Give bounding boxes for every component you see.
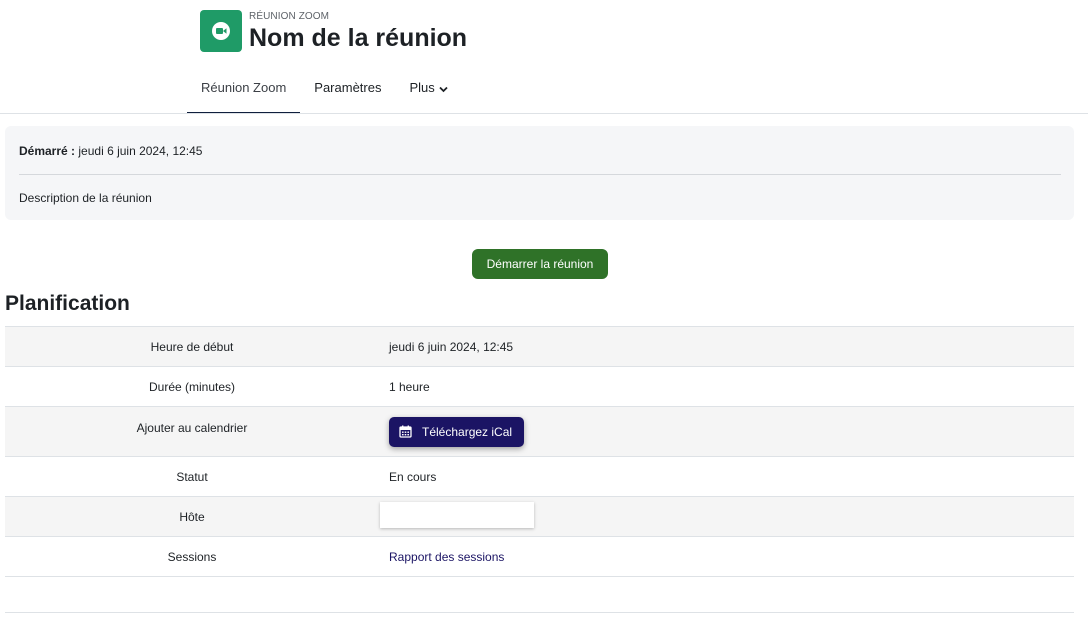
start-meeting-button[interactable]: Démarrer la réunion	[472, 249, 608, 279]
status-value: En cours	[389, 469, 437, 484]
table-row-duration: Durée (minutes) 1 heure	[5, 366, 1074, 407]
page-header: RÉUNION ZOOM Nom de la réunion	[200, 10, 467, 53]
status-label: Statut	[176, 469, 208, 484]
started-label: Démarré :	[19, 144, 76, 158]
schedule-table: Heure de début jeudi 6 juin 2024, 12:45 …	[5, 326, 1074, 577]
duration-label: Durée (minutes)	[148, 379, 236, 394]
info-divider	[19, 174, 1061, 175]
host-label: Hôte	[179, 509, 205, 524]
host-cell	[379, 497, 1074, 537]
download-ical-label: Téléchargez iCal	[422, 424, 513, 439]
calendar-label: Ajouter au calendrier	[136, 421, 248, 435]
table-row-host: Hôte	[5, 496, 1074, 537]
header-text: RÉUNION ZOOM Nom de la réunion	[249, 10, 467, 53]
table-row-calendar: Ajouter au calendrier Téléchargez iCal	[5, 406, 1074, 457]
page: RÉUNION ZOOM Nom de la réunion Réunion Z…	[0, 0, 1088, 622]
calendar-cell: Téléchargez iCal	[379, 407, 1074, 457]
bottom-divider	[5, 612, 1074, 613]
sessions-label: Sessions	[167, 549, 217, 564]
table-row-status: Statut En cours	[5, 456, 1074, 497]
sessions-report-link[interactable]: Rapport des sessions	[389, 550, 504, 564]
start-time-label: Heure de début	[150, 339, 234, 354]
tab-plus-label: Plus	[409, 80, 435, 95]
tab-reunion-zoom[interactable]: Réunion Zoom	[187, 68, 301, 114]
table-row-sessions: Sessions Rapport des sessions	[5, 536, 1074, 577]
calendar-icon	[399, 425, 412, 438]
tab-parametres[interactable]: Paramètres	[300, 68, 395, 114]
meeting-info-box: Démarré : jeudi 6 juin 2024, 12:45 Descr…	[5, 126, 1074, 220]
schedule-title: Planification	[5, 292, 130, 315]
module-label: RÉUNION ZOOM	[249, 11, 330, 22]
video-camera-icon	[200, 10, 242, 52]
started-info: Démarré : jeudi 6 juin 2024, 12:45	[19, 144, 202, 158]
meeting-description: Description de la réunion	[19, 191, 152, 205]
tabs-divider	[0, 113, 1088, 114]
tab-plus[interactable]: Plus	[395, 68, 461, 114]
sessions-cell: Rapport des sessions	[379, 537, 1074, 577]
start-time-value: jeudi 6 juin 2024, 12:45	[389, 339, 514, 354]
started-value: jeudi 6 juin 2024, 12:45	[78, 144, 203, 158]
secondary-nav: Réunion Zoom Paramètres Plus	[187, 68, 462, 114]
duration-value: 1 heure	[389, 379, 430, 394]
download-ical-button[interactable]: Téléchargez iCal	[389, 416, 525, 447]
host-value-box	[380, 502, 534, 528]
chevron-down-icon	[439, 69, 448, 109]
page-title: Nom de la réunion	[249, 24, 468, 52]
table-row-start-time: Heure de début jeudi 6 juin 2024, 12:45	[5, 326, 1074, 367]
